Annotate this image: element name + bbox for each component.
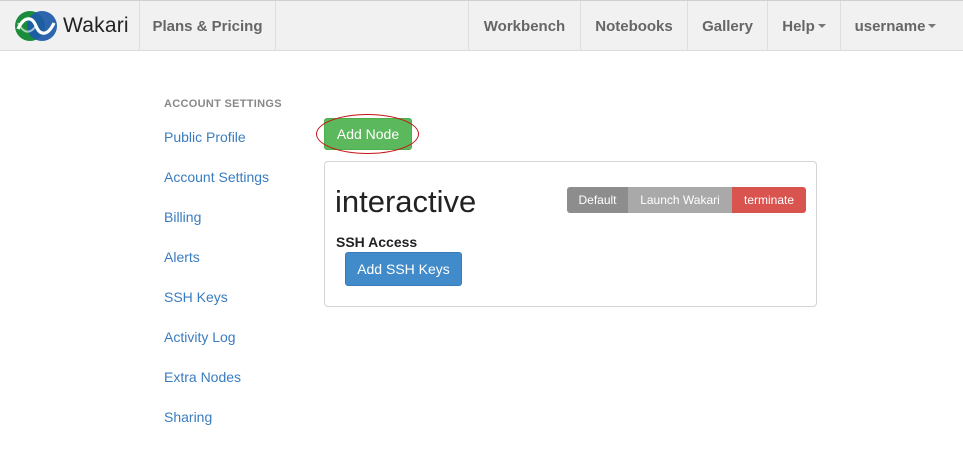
nav-user-dropdown[interactable]: username bbox=[840, 1, 950, 51]
nav-help-label: Help bbox=[782, 17, 815, 35]
wakari-logo-icon bbox=[15, 11, 57, 41]
nav-workbench[interactable]: Workbench bbox=[468, 1, 580, 51]
sidebar-item-activity-log[interactable]: Activity Log bbox=[164, 329, 236, 345]
sidebar-item-extra-nodes[interactable]: Extra Nodes bbox=[164, 369, 241, 385]
node-title: interactive bbox=[335, 184, 477, 219]
node-panel: interactive Default Launch Wakari termin… bbox=[324, 161, 817, 307]
sidebar-item-alerts[interactable]: Alerts bbox=[164, 249, 200, 265]
node-action-group: Default Launch Wakari terminate bbox=[567, 187, 806, 213]
default-button[interactable]: Default bbox=[567, 187, 628, 213]
sidebar-item-account-settings[interactable]: Account Settings bbox=[164, 169, 269, 185]
nav-help-dropdown[interactable]: Help bbox=[767, 1, 840, 51]
add-node-button[interactable]: Add Node bbox=[324, 118, 412, 150]
nav-notebooks[interactable]: Notebooks bbox=[580, 1, 687, 51]
sidebar-item-billing[interactable]: Billing bbox=[164, 209, 201, 225]
top-navbar: Wakari Plans & Pricing Workbench Noteboo… bbox=[0, 0, 963, 51]
nav-workbench-label: Workbench bbox=[483, 17, 566, 35]
brand-link[interactable]: Wakari bbox=[14, 10, 129, 42]
nav-notebooks-label: Notebooks bbox=[595, 17, 673, 35]
nav-gallery[interactable]: Gallery bbox=[687, 1, 767, 51]
ssh-access-label: SSH Access bbox=[336, 234, 418, 250]
nav-gallery-label: Gallery bbox=[702, 17, 753, 35]
brand-name: Wakari bbox=[63, 14, 129, 37]
launch-wakari-button[interactable]: Launch Wakari bbox=[628, 187, 732, 213]
default-button-label: Default bbox=[578, 193, 617, 207]
nav-user-label: username bbox=[854, 17, 926, 35]
terminate-button[interactable]: terminate bbox=[732, 187, 806, 213]
sidebar-item-ssh-keys[interactable]: SSH Keys bbox=[164, 289, 228, 305]
sidebar-header: ACCOUNT SETTINGS bbox=[164, 98, 282, 110]
nav-plans-pricing-label: Plans & Pricing bbox=[152, 17, 263, 35]
add-ssh-keys-label: Add SSH Keys bbox=[357, 261, 450, 277]
add-ssh-keys-button[interactable]: Add SSH Keys bbox=[345, 252, 462, 286]
sidebar-item-public-profile[interactable]: Public Profile bbox=[164, 129, 246, 145]
launch-wakari-label: Launch Wakari bbox=[640, 193, 720, 207]
chevron-down-icon bbox=[817, 24, 826, 28]
chevron-down-icon bbox=[928, 24, 937, 28]
add-node-label: Add Node bbox=[336, 126, 400, 142]
nav-plans-pricing[interactable]: Plans & Pricing bbox=[139, 1, 276, 51]
terminate-label: terminate bbox=[743, 193, 795, 207]
sidebar-item-sharing[interactable]: Sharing bbox=[164, 409, 212, 425]
